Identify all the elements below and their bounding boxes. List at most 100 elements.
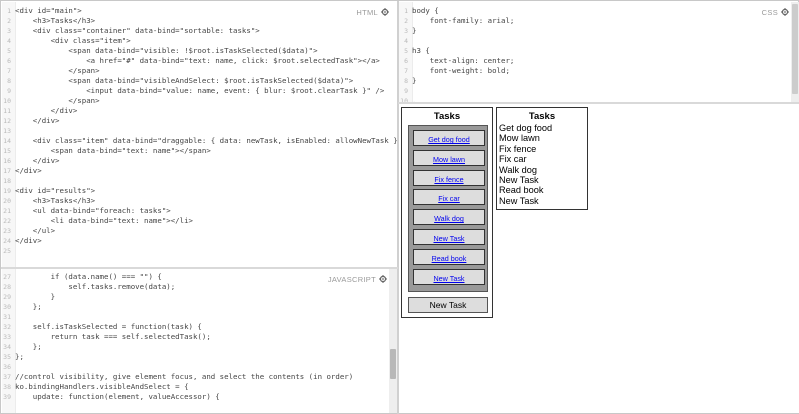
new-task-draggable[interactable]: New Task: [408, 297, 488, 313]
css-pane[interactable]: 1 body {2 font-family: arial; 3} 4 5 h3 {6 te…: [399, 2, 799, 102]
code-line[interactable]: 7 font-weight: bold;: [399, 66, 799, 76]
line-number: 28: [3, 283, 11, 291]
code-line[interactable]: 18: [2, 176, 397, 186]
line-number: 9: [404, 87, 408, 95]
code-line[interactable]: 13: [2, 126, 397, 136]
code-line[interactable]: 9: [399, 86, 799, 96]
task-link[interactable]: New Task: [433, 234, 464, 243]
code-line[interactable]: 2 font-family: arial;: [399, 16, 799, 26]
code-line[interactable]: 4: [399, 36, 799, 46]
line-number: 10: [3, 97, 11, 105]
code-line[interactable]: 19 <div id="results">: [2, 186, 397, 196]
gear-icon[interactable]: [381, 8, 389, 16]
html-label-text: HTML: [356, 8, 378, 17]
task-link[interactable]: Fix car: [438, 194, 460, 203]
code-line[interactable]: 38 ko.bindingHandlers.visibleAndSelect = …: [2, 382, 397, 392]
javascript-pane[interactable]: 27 if (data.name() === "") {28 self.task…: [2, 269, 397, 413]
code-line[interactable]: 1 <div id="main">: [2, 6, 397, 16]
gear-icon[interactable]: [379, 275, 387, 283]
code-line[interactable]: 10 </span>: [2, 96, 397, 106]
code-line[interactable]: 6 <a href="#" data-bind="text: name, cli…: [2, 56, 397, 66]
code-text: <a href="#" data-bind="text: name, click…: [15, 56, 380, 65]
code-line[interactable]: 33 return task === self.selectedTask();: [2, 332, 397, 342]
vertical-splitter[interactable]: [397, 1, 399, 414]
html-pane[interactable]: 1 <div id="main"> 2 <h3>Tasks</h3> 3 <div c…: [2, 2, 397, 267]
line-number: 27: [3, 273, 11, 281]
main-tasks-title: Tasks: [433, 111, 461, 122]
code-line[interactable]: 4 <div class="item">: [2, 36, 397, 46]
line-number: 13: [3, 127, 11, 135]
code-line[interactable]: 30 };: [2, 302, 397, 312]
task-link[interactable]: New Task: [433, 274, 464, 283]
code-line[interactable]: 31: [2, 312, 397, 322]
line-number: 1: [404, 7, 408, 15]
task-item[interactable]: Fix car: [413, 189, 485, 206]
line-number: 20: [3, 197, 11, 205]
task-item[interactable]: New Task: [413, 228, 485, 245]
code-text: <span data-bind="visibleAndSelect: $root…: [15, 76, 354, 85]
left-horizontal-splitter[interactable]: [1, 267, 398, 269]
code-line[interactable]: 22 <li data-bind="text: name"></li>: [2, 216, 397, 226]
code-line[interactable]: 34 };: [2, 342, 397, 352]
code-line[interactable]: 14 <div class="item" data-bind="draggabl…: [2, 136, 397, 146]
line-number: 31: [3, 313, 11, 321]
css-code-editor[interactable]: 1 body {2 font-family: arial; 3} 4 5 h3 {6 te…: [399, 6, 799, 102]
code-text: <span data-bind="text: name"></span>: [15, 146, 211, 155]
code-line[interactable]: 25: [2, 246, 397, 256]
task-link[interactable]: Mow lawn: [433, 155, 465, 164]
code-line[interactable]: 3 <div class="container" data-bind="sort…: [2, 26, 397, 36]
code-line[interactable]: 36: [2, 362, 397, 372]
task-link[interactable]: Walk dog: [434, 214, 464, 223]
code-line[interactable]: 5 h3 {: [399, 46, 799, 56]
code-line[interactable]: 3}: [399, 26, 799, 36]
code-line[interactable]: 7 </span>: [2, 66, 397, 76]
code-line[interactable]: 9 <input data-bind="value: name, event: …: [2, 86, 397, 96]
code-line[interactable]: 11 </div>: [2, 106, 397, 116]
right-horizontal-splitter[interactable]: [398, 102, 799, 104]
task-link[interactable]: Fix fence: [434, 175, 463, 184]
js-scrollbar[interactable]: [389, 269, 397, 413]
code-line[interactable]: 32 self.isTaskSelected = function(task) …: [2, 322, 397, 332]
js-code-editor[interactable]: 27 if (data.name() === "") {28 self.task…: [2, 272, 397, 402]
code-line[interactable]: 23 </ul>: [2, 226, 397, 236]
code-line[interactable]: 20 <h3>Tasks</h3>: [2, 196, 397, 206]
task-link[interactable]: Read book: [432, 254, 467, 263]
js-scrollbar-thumb[interactable]: [390, 349, 396, 379]
css-pane-label: CSS: [762, 8, 789, 17]
code-line[interactable]: 21 <ul data-bind="foreach: tasks">: [2, 206, 397, 216]
results-list-item: Fix fence: [499, 143, 537, 154]
task-item[interactable]: New Task: [413, 268, 485, 285]
line-number: 5: [404, 47, 408, 55]
task-item[interactable]: Mow lawn: [413, 149, 485, 166]
code-line[interactable]: 2 <h3>Tasks</h3>: [2, 16, 397, 26]
line-number: 18: [3, 177, 11, 185]
css-scrollbar[interactable]: [791, 2, 799, 102]
sortable-task-container[interactable]: Get dog food Mow lawn Fix fence Fix car Walk…: [408, 125, 488, 292]
task-item[interactable]: Fix fence: [413, 169, 485, 186]
code-line[interactable]: 5 <span data-bind="visible: !$root.isTas…: [2, 46, 397, 56]
code-line[interactable]: 6 text-align: center;: [399, 56, 799, 66]
code-line[interactable]: 16 </div>: [2, 156, 397, 166]
code-line[interactable]: 39 update: function(element, valueAccess…: [2, 392, 397, 402]
code-line[interactable]: 24 </div>: [2, 236, 397, 246]
line-number: 6: [7, 57, 11, 65]
gear-icon[interactable]: [781, 8, 789, 16]
task-item[interactable]: Get dog food: [413, 130, 485, 146]
code-line[interactable]: 35};: [2, 352, 397, 362]
html-pane-label: HTML: [356, 8, 389, 17]
html-code-editor[interactable]: 1 <div id="main"> 2 <h3>Tasks</h3> 3 <div c…: [2, 6, 397, 256]
code-line[interactable]: 37 //control visibility, give element foc…: [2, 372, 397, 382]
code-line[interactable]: 12 </div>: [2, 116, 397, 126]
task-item[interactable]: Walk dog: [413, 209, 485, 226]
line-number: 4: [7, 37, 11, 45]
css-scrollbar-thumb[interactable]: [792, 4, 798, 94]
js-pane-label: JAVASCRIPT: [328, 275, 387, 284]
code-line[interactable]: 29 }: [2, 292, 397, 302]
code-line[interactable]: 8}: [399, 76, 799, 86]
code-line[interactable]: 15 <span data-bind="text: name"></span>: [2, 146, 397, 156]
task-item[interactable]: Read book: [413, 248, 485, 265]
task-link[interactable]: Get dog food: [428, 135, 470, 144]
code-line[interactable]: 1 body {: [399, 6, 799, 16]
code-line[interactable]: 8 <span data-bind="visibleAndSelect: $ro…: [2, 76, 397, 86]
code-line[interactable]: 17 </div>: [2, 166, 397, 176]
